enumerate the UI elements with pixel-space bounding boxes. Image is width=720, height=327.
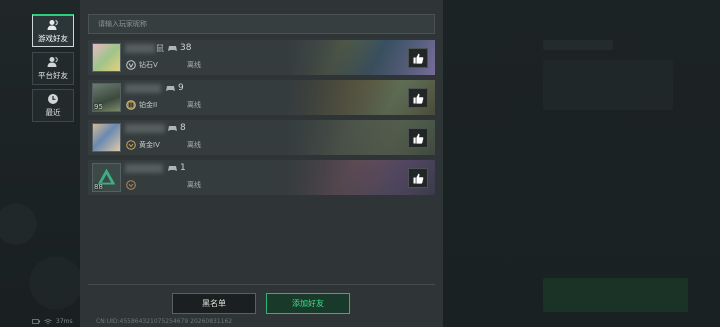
- user-group-icon: [47, 57, 58, 67]
- divider: [88, 284, 435, 285]
- online-status: 离线: [187, 61, 201, 69]
- left-background: [0, 0, 80, 327]
- game-count-value: 38: [180, 43, 192, 53]
- tab-label: 游戏好友: [38, 33, 68, 43]
- thumbs-up-icon: [413, 133, 423, 144]
- like-button[interactable]: [408, 48, 428, 68]
- add-friend-button[interactable]: 添加好友: [266, 293, 350, 314]
- avatar: 95: [92, 83, 121, 112]
- blacklist-button[interactable]: 黑名单: [172, 293, 256, 314]
- background-ghost-block: [543, 40, 613, 50]
- background-ghost-block: [543, 60, 673, 110]
- thumbs-up-icon: [413, 93, 423, 104]
- rank-diamond-icon: [126, 60, 136, 70]
- game-count-value: 9: [178, 83, 184, 93]
- controller-icon: [168, 166, 177, 171]
- rank-text: 黄金IV: [139, 141, 160, 149]
- player-name-fragment: 鼠: [156, 44, 164, 53]
- like-button[interactable]: [408, 128, 428, 148]
- game-count: 1: [168, 163, 186, 173]
- user-id-text: CN:UID:455864321075254679 20260831162: [96, 318, 233, 325]
- game-count: 9: [166, 83, 184, 93]
- thumbs-up-icon: [413, 53, 423, 64]
- controller-icon: [168, 46, 177, 51]
- network-status: 37ms: [32, 318, 73, 325]
- rank-text: 钻石V: [139, 61, 158, 69]
- player-name-blurred: [125, 44, 155, 53]
- friend-row[interactable]: 88 1 离线: [88, 160, 435, 195]
- rank-bronze-icon: [126, 180, 136, 190]
- avatar: [92, 43, 121, 72]
- online-status: 离线: [187, 141, 201, 149]
- rank-gold-icon: [126, 140, 136, 150]
- users-icon: [47, 19, 58, 30]
- tab-label: 平台好友: [38, 71, 68, 80]
- avatar-level: 95: [94, 103, 103, 111]
- friend-row[interactable]: 95 9 铂金II 离线: [88, 80, 435, 115]
- online-status: 离线: [187, 181, 201, 189]
- tab-game-friends[interactable]: 游戏好友: [32, 14, 74, 47]
- wifi-icon: [44, 318, 52, 324]
- avatar-level: 88: [94, 183, 103, 191]
- tab-platform-friends[interactable]: 平台好友: [32, 52, 74, 85]
- game-count-value: 8: [180, 123, 186, 133]
- like-button[interactable]: [408, 168, 428, 188]
- player-name-blurred: [125, 164, 163, 173]
- game-count: 8: [168, 123, 186, 133]
- tab-label: 最近: [45, 108, 61, 117]
- avatar: [92, 123, 121, 152]
- avatar: 88: [92, 163, 121, 192]
- tab-recent[interactable]: 最近: [32, 89, 74, 122]
- friends-panel: 请输入玩家昵称 鼠 38 钻石V 离线 95 9 铂金II 离线 8 黄金IV …: [80, 0, 443, 327]
- player-name-blurred: [125, 124, 165, 133]
- friend-list: 鼠 38 钻石V 离线 95 9 铂金II 离线 8 黄金IV 离线 88 1 …: [88, 40, 435, 200]
- game-count-value: 1: [180, 163, 186, 173]
- background-ghost-block: [543, 278, 688, 312]
- controller-icon: [166, 86, 175, 91]
- game-count: 38: [168, 43, 191, 53]
- player-name-blurred: [125, 84, 161, 93]
- rank-platinum-icon: [126, 100, 136, 110]
- search-input[interactable]: 请输入玩家昵称: [88, 14, 435, 34]
- friend-row[interactable]: 鼠 38 钻石V 离线: [88, 40, 435, 75]
- right-background: [443, 0, 720, 327]
- thumbs-up-icon: [413, 173, 423, 184]
- like-button[interactable]: [408, 88, 428, 108]
- ping-text: 37ms: [56, 318, 73, 325]
- controller-icon: [168, 126, 177, 131]
- online-status: 离线: [187, 101, 201, 109]
- friend-row[interactable]: 8 黄金IV 离线: [88, 120, 435, 155]
- rank-text: 铂金II: [139, 101, 158, 109]
- clock-icon: [48, 94, 58, 104]
- battery-icon: [32, 319, 40, 324]
